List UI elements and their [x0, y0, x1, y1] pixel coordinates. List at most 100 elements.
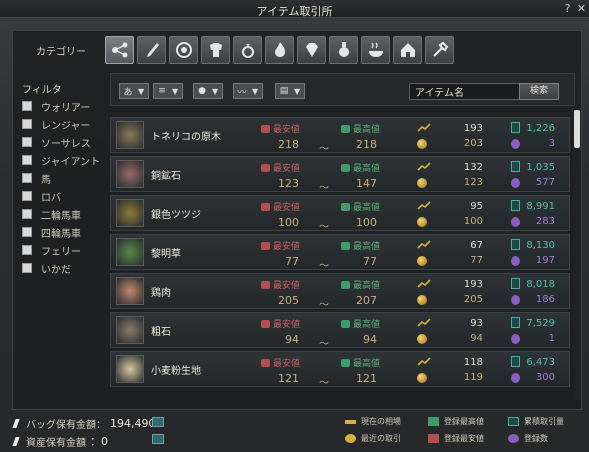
bag-transfer-icon[interactable] [152, 417, 164, 427]
chevron-down-icon: ▼ [212, 86, 219, 96]
legend-current-price: 現在の相場 [345, 416, 401, 427]
filter-checkbox[interactable] [22, 119, 32, 129]
filter-item[interactable]: 四輪馬車 [22, 223, 100, 241]
item-name: トネリコの原木 [151, 132, 221, 143]
max-price-icon [341, 242, 350, 250]
filter-checkbox[interactable] [22, 173, 32, 183]
item-thumbnail [116, 199, 144, 227]
registered-count: 3 [548, 138, 555, 149]
min-price-icon [261, 320, 270, 328]
category-accessory-button[interactable] [233, 36, 262, 64]
item-row[interactable]: 鶏肉 最安値 最高値 205 ～ 207 193 205 8,018 186 [110, 273, 570, 311]
category-shield-button[interactable] [169, 36, 198, 64]
help-button[interactable]: ? [561, 2, 574, 15]
min-price-icon [428, 434, 439, 443]
max-price-value: 121 [356, 372, 377, 385]
sort-price-button[interactable]: ● ▼ [193, 83, 223, 99]
filter-checkbox[interactable] [22, 263, 32, 273]
close-button[interactable]: ✕ [575, 2, 588, 15]
coin-icon [417, 256, 427, 266]
item-row[interactable]: 黎明草 最安値 最高値 77 ～ 77 67 77 8,130 197 [110, 234, 570, 272]
sort-bar: あ▼ ≡▼ ●▼ 〰▼ ▤▼ 検索 [110, 73, 575, 106]
filter-item[interactable]: いかだ [22, 259, 100, 277]
filter-item[interactable]: レンジャー [22, 115, 100, 133]
trend-icon [417, 162, 431, 171]
filter-item[interactable]: フェリー [22, 241, 100, 259]
filter-item[interactable]: ウォリアー [22, 97, 100, 115]
category-tools-button[interactable] [425, 36, 454, 64]
legend-reg-count: 登録数 [508, 433, 548, 444]
search-button[interactable]: 検索 [519, 83, 559, 100]
bag-money-amount: 194,490 [110, 416, 156, 430]
max-price-value: 94 [363, 333, 377, 346]
sort-category-button[interactable]: ≡ ▼ [153, 83, 183, 99]
category-bar [105, 36, 454, 64]
filter-item[interactable]: ソーサレス [22, 133, 100, 151]
armor-icon [209, 43, 222, 57]
current-price: 95 [470, 201, 483, 212]
item-list-scrollbar[interactable] [574, 110, 580, 400]
item-thumbnail [116, 121, 144, 149]
item-row[interactable]: トネリコの原木 最安値 最高値 218 ～ 218 193 203 1,226 3 [110, 117, 570, 155]
max-price-label-text: 最高値 [353, 281, 381, 291]
category-material-button[interactable] [265, 36, 294, 64]
chevron-down-icon: ▼ [138, 86, 145, 96]
sort-name-button[interactable]: あ ▼ [119, 83, 149, 99]
filter-item[interactable]: 馬 [22, 169, 100, 187]
current-price: 118 [463, 357, 483, 368]
registration-icon [511, 295, 520, 305]
cooking-icon [368, 42, 383, 57]
filter-checkbox[interactable] [22, 191, 32, 201]
scrollbar-thumb[interactable] [574, 110, 580, 148]
legend-reg-min-label: 登録最安値 [444, 434, 484, 443]
total-trade-volume: 8,130 [526, 240, 555, 251]
filter-item[interactable]: ロバ [22, 187, 100, 205]
filter-item-label: ウォリアー [41, 102, 91, 114]
item-row[interactable]: 銀色ツツジ 最安値 最高値 100 ～ 100 95 100 8,991 283 [110, 195, 570, 233]
search-input[interactable] [409, 83, 521, 100]
coin-icon [417, 178, 427, 188]
category-network-button[interactable] [105, 36, 134, 64]
filter-item[interactable]: 二輪馬車 [22, 205, 100, 223]
filter-list: ウォリアー レンジャーソーサレスジャイアント馬ロバ 二輪馬車四輪馬車 フェリーいかだ [22, 97, 100, 277]
sword-icon [146, 43, 159, 57]
sort-volume-button[interactable]: ▤ ▼ [275, 83, 305, 99]
category-armor-button[interactable] [201, 36, 230, 64]
sort-trend-button[interactable]: 〰 ▼ [233, 83, 263, 99]
min-price-value: 205 [278, 294, 299, 307]
trend-icon [417, 201, 431, 210]
filter-checkbox[interactable] [22, 155, 32, 165]
registered-count: 300 [535, 372, 555, 383]
min-price-label-text: 最安値 [273, 164, 301, 174]
category-cooking-button[interactable] [361, 36, 390, 64]
filter-checkbox[interactable] [22, 209, 32, 219]
item-thumbnail [116, 277, 144, 305]
legend-total-trades-label: 累積取引量 [524, 417, 564, 426]
filter-checkbox[interactable] [22, 227, 32, 237]
filter-checkbox[interactable] [22, 245, 32, 255]
warehouse-transfer-icon[interactable] [152, 434, 164, 444]
trend-icon [417, 279, 431, 288]
item-row[interactable]: 銅鉱石 最安値 最高値 123 ～ 147 132 123 1,035 577 [110, 156, 570, 194]
max-price-label-text: 最高値 [353, 125, 381, 135]
filter-item-label: 四輪馬車 [41, 228, 81, 240]
item-row[interactable]: 小麦粉生地 最安値 最高値 121 ～ 121 118 119 6,473 300 [110, 351, 570, 389]
min-price-label: 最安値 [261, 239, 300, 252]
filter-title: フィルタ [22, 85, 62, 96]
filter-item[interactable]: ジャイアント [22, 151, 100, 169]
max-price-label-text: 最高値 [353, 203, 381, 213]
category-potion-button[interactable] [329, 36, 358, 64]
filter-checkbox[interactable] [22, 137, 32, 147]
item-row[interactable]: 粗石 最安値 最高値 94 ～ 94 93 94 7,529 1 [110, 312, 570, 350]
filter-item-label: ソーサレス [41, 138, 91, 150]
item-thumbnail [116, 316, 144, 344]
registered-count: 186 [535, 294, 555, 305]
ring-icon [241, 44, 254, 58]
category-weapon-button[interactable] [137, 36, 166, 64]
recent-trade-price: 205 [463, 294, 483, 305]
category-gem-button[interactable] [297, 36, 326, 64]
filter-checkbox[interactable] [22, 101, 32, 111]
filter-item-label: ジャイアント [41, 156, 101, 168]
category-housing-button[interactable] [393, 36, 422, 64]
filter-item-label: いかだ [41, 264, 71, 276]
